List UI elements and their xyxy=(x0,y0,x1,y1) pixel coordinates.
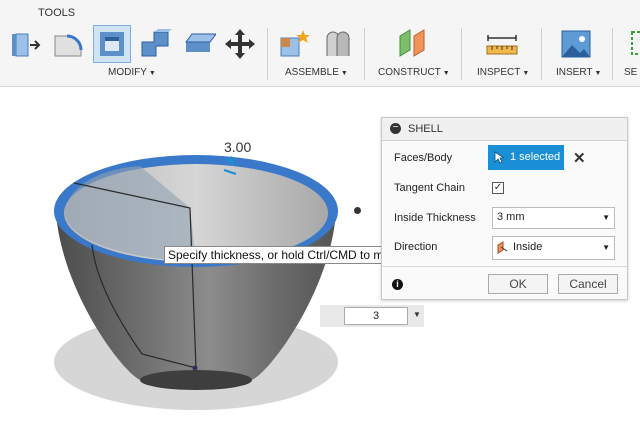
collapse-icon[interactable]: − xyxy=(390,123,401,134)
combine-icon[interactable] xyxy=(138,26,174,62)
toolbar-divider xyxy=(541,28,542,80)
replace-face-icon[interactable] xyxy=(180,26,216,62)
direction-label: Direction xyxy=(394,241,438,253)
new-component-icon[interactable] xyxy=(277,26,313,62)
thickness-input[interactable]: 3 xyxy=(344,307,408,325)
group-construct[interactable]: CONSTRUCT ▼ xyxy=(378,67,450,78)
dimension-label[interactable]: 3.00 xyxy=(224,139,251,155)
toolbar-divider xyxy=(461,28,462,80)
chevron-down-icon[interactable]: ▼ xyxy=(602,243,610,252)
inside-thickness-field[interactable]: 3 mm ▼ xyxy=(492,207,615,229)
ok-button[interactable]: OK xyxy=(488,274,548,294)
toolbar-divider xyxy=(267,28,268,80)
press-pull-icon[interactable] xyxy=(8,26,44,62)
cancel-button[interactable]: Cancel xyxy=(558,274,618,294)
direction-inside-icon xyxy=(497,241,508,254)
section-point xyxy=(192,365,198,371)
cursor-icon xyxy=(494,151,504,164)
bowl-base xyxy=(140,370,252,390)
inside-thickness-label: Inside Thickness xyxy=(394,212,476,224)
group-modify[interactable]: MODIFY ▼ xyxy=(108,67,156,78)
tab-tools[interactable]: TOOLS xyxy=(38,7,75,19)
chevron-down-icon[interactable]: ▼ xyxy=(602,213,610,222)
dialog-header: − SHELL xyxy=(382,118,627,141)
group-select[interactable]: SE xyxy=(624,67,637,78)
group-insert[interactable]: INSERT ▼ xyxy=(556,67,601,78)
insert-image-icon[interactable] xyxy=(558,26,594,62)
select-icon[interactable] xyxy=(628,26,640,62)
tangent-chain-label: Tangent Chain xyxy=(394,182,465,194)
move-icon[interactable] xyxy=(222,26,258,62)
clear-selection-icon[interactable]: ✕ xyxy=(573,149,586,167)
tangent-chain-checkbox[interactable]: ✓ xyxy=(492,182,504,194)
measure-icon[interactable] xyxy=(484,26,520,62)
toolbar-divider xyxy=(612,28,613,80)
dialog-footer: i OK Cancel xyxy=(382,266,627,300)
group-assemble[interactable]: ASSEMBLE ▼ xyxy=(285,67,348,78)
faces-label: Faces/Body xyxy=(394,152,453,164)
faces-select-button[interactable]: 1 selected xyxy=(488,145,564,170)
shell-dialog: − SHELL Faces/Body 1 selected ✕ Tangent … xyxy=(381,117,628,300)
toolbar-divider xyxy=(364,28,365,80)
thickness-input-box: 3 ▼ xyxy=(320,305,424,327)
info-icon[interactable]: i xyxy=(392,279,403,290)
offset-plane-icon[interactable] xyxy=(396,26,432,62)
fillet-icon[interactable] xyxy=(50,26,86,62)
group-inspect[interactable]: INSPECT ▼ xyxy=(477,67,529,78)
shell-icon[interactable] xyxy=(93,25,131,63)
dialog-title: SHELL xyxy=(408,123,443,135)
chevron-down-icon[interactable]: ▼ xyxy=(413,310,421,319)
toolbar: TOOLS MODIFY ▼ ASSEMBLE ▼ CONSTRUCT ▼ INSPE… xyxy=(0,0,640,87)
manipulator-handle[interactable] xyxy=(354,207,361,214)
joint-icon[interactable] xyxy=(319,26,355,62)
direction-select[interactable]: Inside ▼ xyxy=(492,236,615,260)
